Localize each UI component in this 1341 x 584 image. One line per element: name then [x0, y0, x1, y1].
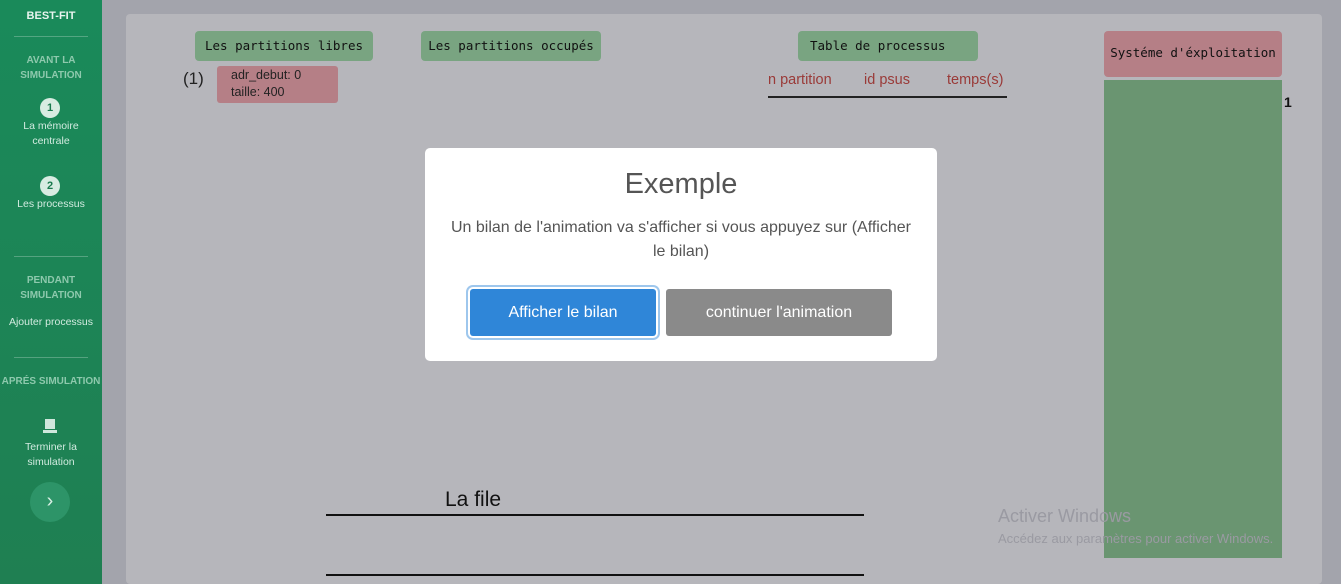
sidebar-divider — [14, 357, 88, 358]
free-partition-block: adr_debut: 0 taille: 400 — [217, 66, 338, 103]
sidebar-item-ajouter-processus[interactable]: Ajouter processus — [4, 315, 98, 330]
queue-top-line — [326, 514, 864, 516]
continue-animation-button[interactable]: continuer l'animation — [666, 289, 892, 336]
occupied-partitions-label: Les partitions occupés — [421, 31, 601, 61]
sidebar-item-terminer[interactable]: Terminer la simulation — [4, 440, 98, 470]
section-during-simulation: PENDANT SIMULATION — [20, 275, 82, 301]
header-partition-number: n partition — [768, 72, 832, 88]
memory-column — [1104, 80, 1282, 558]
queue-bottom-line — [326, 574, 864, 576]
free-partitions-label: Les partitions libres — [195, 31, 373, 61]
step-2-badge[interactable]: 2 — [40, 176, 60, 196]
modal-text: Un bilan de l'animation va s'afficher si… — [451, 219, 911, 260]
modal-title: Exemple — [624, 168, 738, 200]
partition-size: taille: 400 — [231, 85, 285, 99]
sidebar-divider — [14, 36, 88, 37]
show-summary-button[interactable]: Afficher le bilan — [470, 289, 656, 336]
queue-label: La file — [445, 488, 502, 511]
windows-activation-title: Activer Windows — [998, 506, 1132, 526]
process-table-divider — [768, 96, 1007, 98]
process-table-label: Table de processus — [798, 31, 978, 61]
sidebar-divider — [14, 256, 88, 257]
windows-activation-subtitle: Accédez aux paramètres pour activer Wind… — [998, 531, 1274, 546]
sidebar-item-memoire-centrale[interactable]: La mémoire centrale — [4, 119, 98, 149]
partition-index: (1) — [183, 69, 204, 88]
next-button[interactable]: › — [30, 482, 70, 522]
partition-start-address: adr_debut: 0 — [231, 68, 302, 82]
sidebar-item-processus[interactable]: Les processus — [4, 197, 98, 212]
header-time: temps(s) — [947, 72, 1004, 88]
brand-title: BEST-FIT — [26, 10, 76, 22]
memory-marker: 1 — [1284, 94, 1292, 110]
example-modal: Exemple Un bilan de l'animation va s'aff… — [425, 148, 937, 361]
sidebar: BEST-FIT AVANT LA SIMULATION 1 La mémoir… — [0, 0, 102, 584]
stop-icon[interactable] — [43, 419, 57, 433]
section-after-simulation: APRÉS SIMULATION — [1, 376, 101, 387]
section-before-simulation: AVANT LA SIMULATION — [20, 55, 82, 81]
header-process-id: id psus — [864, 72, 910, 88]
os-label: Systéme d'éxploitation — [1104, 31, 1282, 77]
step-1-badge[interactable]: 1 — [40, 98, 60, 118]
chevron-right-icon: › — [46, 490, 54, 512]
